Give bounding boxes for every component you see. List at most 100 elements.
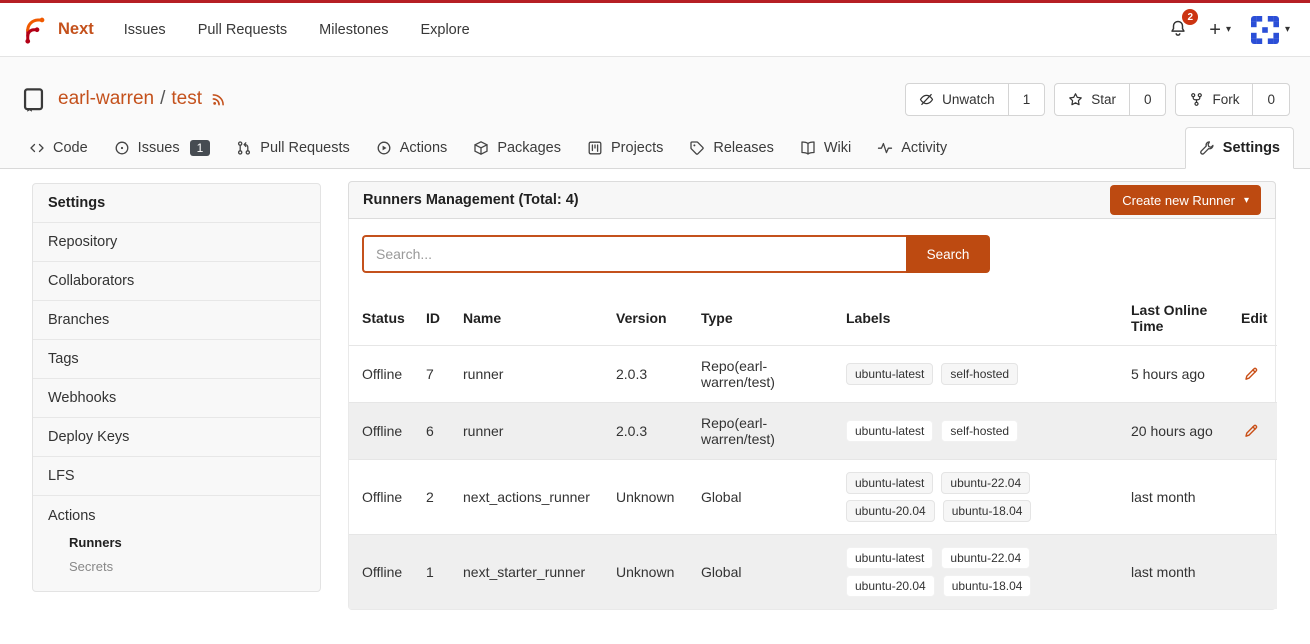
tab-projects[interactable]: Projects bbox=[574, 127, 676, 168]
tab-pull-requests[interactable]: Pull Requests bbox=[223, 127, 362, 168]
table-header-row: StatusIDNameVersionTypeLabelsLast Online… bbox=[349, 291, 1277, 346]
top-navbar: Next IssuesPull RequestsMilestonesExplor… bbox=[0, 0, 1310, 57]
create-runner-button[interactable]: Create new Runner ▾ bbox=[1110, 185, 1261, 215]
runner-last-online: last month bbox=[1118, 460, 1228, 535]
sidebar-item-collaborators[interactable]: Collaborators bbox=[33, 261, 320, 300]
sidebar-item-actions[interactable]: Actions bbox=[33, 506, 320, 531]
col-version: Version bbox=[603, 291, 688, 346]
col-status: Status bbox=[349, 291, 413, 346]
tab-activity-label: Activity bbox=[901, 140, 947, 156]
runner-last-online: last month bbox=[1118, 535, 1228, 610]
brand-label[interactable]: Next bbox=[58, 20, 94, 39]
navbar-item-issues[interactable]: Issues bbox=[108, 22, 182, 38]
unwatch-count[interactable]: 1 bbox=[1009, 84, 1045, 115]
tab-packages-label: Packages bbox=[497, 140, 561, 156]
runner-labels: ubuntu-latestubuntu-22.04ubuntu-20.04ubu… bbox=[833, 460, 1118, 535]
tab-wiki[interactable]: Wiki bbox=[787, 127, 864, 168]
sidebar-item-branches[interactable]: Branches bbox=[33, 300, 320, 339]
navbar-right: 2 + ▾ ▾ bbox=[1167, 16, 1290, 44]
tab-issues[interactable]: Issues1 bbox=[101, 127, 224, 168]
col-type: Type bbox=[688, 291, 833, 346]
sidebar-item-webhooks[interactable]: Webhooks bbox=[33, 378, 320, 417]
tab-releases[interactable]: Releases bbox=[676, 127, 786, 168]
star-count[interactable]: 0 bbox=[1130, 84, 1166, 115]
tab-code[interactable]: Code bbox=[16, 127, 101, 168]
user-menu-button[interactable]: ▾ bbox=[1251, 16, 1290, 44]
runner-label: ubuntu-22.04 bbox=[941, 472, 1030, 494]
search-input[interactable] bbox=[362, 235, 906, 273]
col-id: ID bbox=[413, 291, 450, 346]
runner-labels: ubuntu-latestself-hosted bbox=[833, 403, 1118, 460]
edit-runner-button[interactable] bbox=[1241, 421, 1261, 441]
sidebar-item-repository[interactable]: Repository bbox=[33, 222, 320, 261]
runner-edit-cell bbox=[1228, 460, 1277, 535]
navbar-item-explore[interactable]: Explore bbox=[404, 22, 485, 38]
navbar-links: IssuesPull RequestsMilestonesExplore bbox=[108, 22, 486, 38]
forgejo-logo-icon[interactable] bbox=[20, 15, 50, 45]
unwatch-button[interactable]: Unwatch bbox=[906, 84, 1009, 115]
repo-header-section: earl-warren / test Unwatch1Star0Fork0 Co… bbox=[0, 57, 1310, 169]
runner-status: Offline bbox=[349, 346, 413, 403]
star-button[interactable]: Star bbox=[1055, 84, 1130, 115]
runner-label: ubuntu-20.04 bbox=[846, 575, 935, 597]
pulse-icon bbox=[877, 140, 893, 156]
runner-label: ubuntu-latest bbox=[846, 420, 933, 442]
avatar bbox=[1251, 16, 1279, 44]
fork-label: Fork bbox=[1212, 92, 1239, 107]
play-circle-icon bbox=[376, 140, 392, 156]
fork-button[interactable]: Fork bbox=[1176, 84, 1253, 115]
tag-icon bbox=[689, 140, 705, 156]
tab-actions-label: Actions bbox=[400, 140, 448, 156]
runner-id: 7 bbox=[413, 346, 450, 403]
sidebar-actions-block: Actions RunnersSecrets bbox=[33, 495, 320, 591]
sidebar-header: Settings bbox=[33, 184, 320, 222]
search-button[interactable]: Search bbox=[906, 235, 990, 273]
repo-header: earl-warren / test Unwatch1Star0Fork0 bbox=[0, 57, 1310, 123]
runner-edit-cell bbox=[1228, 535, 1277, 610]
runner-label: ubuntu-latest bbox=[846, 547, 933, 569]
navbar-item-pull-requests[interactable]: Pull Requests bbox=[182, 22, 303, 38]
runner-id: 2 bbox=[413, 460, 450, 535]
project-icon bbox=[587, 140, 603, 156]
sidebar-actions-subitems: RunnersSecrets bbox=[33, 531, 320, 579]
runner-edit-cell bbox=[1228, 403, 1277, 460]
edit-runner-button[interactable] bbox=[1241, 364, 1261, 384]
runner-last-online: 5 hours ago bbox=[1118, 346, 1228, 403]
tab-wiki-label: Wiki bbox=[824, 140, 851, 156]
runner-status: Offline bbox=[349, 403, 413, 460]
runner-labels: ubuntu-latestself-hosted bbox=[833, 346, 1118, 403]
book-icon bbox=[800, 140, 816, 156]
tab-packages[interactable]: Packages bbox=[460, 127, 574, 168]
repo-name-link[interactable]: test bbox=[171, 88, 202, 110]
tab-projects-label: Projects bbox=[611, 140, 663, 156]
runner-labels: ubuntu-latestubuntu-22.04ubuntu-20.04ubu… bbox=[833, 535, 1118, 610]
fork-button-group: Fork 0 bbox=[1175, 83, 1290, 116]
runner-type: Global bbox=[688, 460, 833, 535]
runner-label: ubuntu-22.04 bbox=[941, 547, 1030, 569]
runner-name: runner bbox=[450, 403, 603, 460]
runner-id: 6 bbox=[413, 403, 450, 460]
tab-settings[interactable]: Settings bbox=[1185, 127, 1294, 169]
navbar-item-milestones[interactable]: Milestones bbox=[303, 22, 404, 38]
sidebar-subitem-secrets[interactable]: Secrets bbox=[33, 555, 320, 579]
runner-label: ubuntu-latest bbox=[846, 363, 933, 385]
plus-icon: + bbox=[1209, 20, 1221, 40]
repo-owner-link[interactable]: earl-warren bbox=[58, 88, 154, 110]
runners-panel: Runners Management (Total: 4) Create new… bbox=[348, 181, 1276, 610]
runner-edit-cell bbox=[1228, 346, 1277, 403]
repo-icon bbox=[20, 86, 47, 113]
repo-tabbar: CodeIssues1Pull Requests Actions Packages P… bbox=[0, 127, 1310, 169]
eye-slash-icon bbox=[919, 92, 934, 107]
sidebar-subitem-runners[interactable]: Runners bbox=[33, 531, 320, 555]
tab-activity[interactable]: Activity bbox=[864, 127, 960, 168]
sidebar-item-tags[interactable]: Tags bbox=[33, 339, 320, 378]
rss-icon[interactable] bbox=[211, 92, 226, 107]
notifications-button[interactable]: 2 bbox=[1167, 17, 1189, 42]
tab-actions[interactable]: Actions bbox=[363, 127, 461, 168]
create-menu-button[interactable]: + ▾ bbox=[1209, 20, 1231, 40]
main-content: Settings RepositoryCollaboratorsBranches… bbox=[0, 169, 1310, 644]
runners-table: StatusIDNameVersionTypeLabelsLast Online… bbox=[349, 291, 1277, 609]
sidebar-item-lfs[interactable]: LFS bbox=[33, 456, 320, 495]
sidebar-item-deploy-keys[interactable]: Deploy Keys bbox=[33, 417, 320, 456]
fork-count[interactable]: 0 bbox=[1253, 84, 1289, 115]
